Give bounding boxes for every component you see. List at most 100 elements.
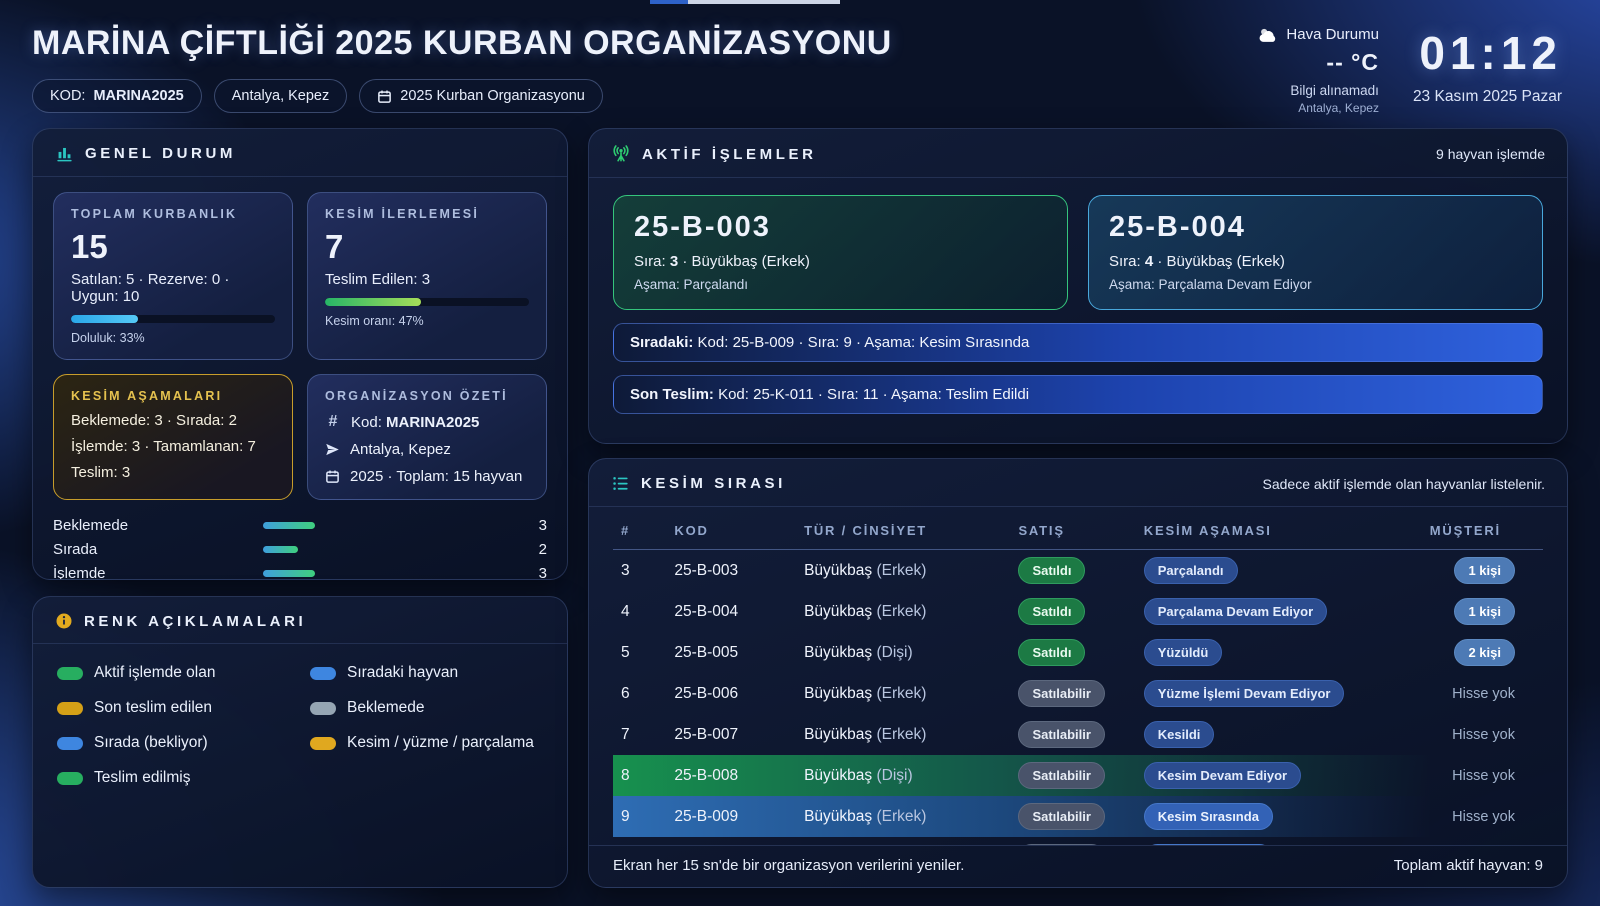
general-panel-title: GENEL DURUM <box>85 145 236 162</box>
animal-order-line: Sıra: 3 · Büyükbaş (Erkek) <box>634 253 1047 270</box>
cut-stages-card: KESİM AŞAMALARI Beklemede: 3 · Sırada: 2… <box>53 374 293 500</box>
sale-status-badge: Satılabilir <box>1018 721 1105 748</box>
cell-type: Büyükbaş (Erkek) <box>796 796 1010 837</box>
org-summary-title: ORGANİZASYON ÖZETİ <box>325 389 529 403</box>
legend-color-swatch <box>310 667 336 680</box>
loading-strip-blue-segment <box>650 0 688 4</box>
cell-stage: Parçalandı <box>1136 550 1422 592</box>
event-badge: 2025 Kurban Organizasyonu <box>359 79 603 113</box>
org-code-prefix: KOD: <box>50 88 85 104</box>
cell-customer: Hisse yok <box>1422 714 1543 755</box>
column-header-stage: KESİM AŞAMASI <box>1136 507 1422 550</box>
general-status-panel: GENEL DURUM TOPLAM KURBANLIK 15 Satılan:… <box>32 128 568 580</box>
occupancy-progress <box>71 315 275 323</box>
queue-table-row: 6 25-B-006 Büyükbaş (Erkek) Satılabilir … <box>613 673 1543 714</box>
legend-color-swatch <box>310 737 336 750</box>
cell-sale: Satıldı <box>1010 550 1135 592</box>
stat-bar-row: Beklemede 3 <box>53 513 547 537</box>
next-in-queue-row: Sıradaki: Kod: 25-B-009 · Sıra: 9 · Aşam… <box>613 323 1543 362</box>
sale-status-badge: Satılabilir <box>1018 680 1105 707</box>
cell-code: 25-B-009 <box>666 796 796 837</box>
stage-badge: Yüzme İşlemi Devam Ediyor <box>1144 680 1345 707</box>
legend-item-label: Aktif işlemde olan <box>94 664 215 682</box>
location-badge-label: Antalya, Kepez <box>232 88 330 104</box>
cell-stage: Kesim Sırasında <box>1136 796 1422 837</box>
stage-badge: Parçalandı <box>1144 557 1238 584</box>
refresh-note: Ekran her 15 sn'de bir organizasyon veri… <box>613 857 964 874</box>
cell-code: 25-B-004 <box>666 591 796 632</box>
weather-location: Antalya, Kepez <box>1258 101 1379 115</box>
loading-strip-white-segment <box>688 0 840 4</box>
legend-item: Kesim / yüzme / parçalama <box>310 734 543 752</box>
stage-badge: Kesim Devam Ediyor <box>1144 762 1301 789</box>
cell-num: 8 <box>613 755 666 796</box>
cell-type: Büyükbaş (Erkek) <box>796 673 1010 714</box>
cell-num: 3 <box>613 550 666 592</box>
cut-stages-title: KESİM AŞAMALARI <box>71 389 275 403</box>
cell-sale: Satılabilir <box>1010 755 1135 796</box>
column-header-code: KOD <box>666 507 796 550</box>
header-badges: KOD: MARINA2025 Antalya, Kepez 2025 Kurb… <box>32 79 892 113</box>
cell-customer: 1 kişi <box>1422 591 1543 632</box>
total-animals-card: TOPLAM KURBANLIK 15 Satılan: 5 · Rezerve… <box>53 192 293 360</box>
customer-value: Hisse yok <box>1452 768 1515 784</box>
info-icon <box>55 612 73 630</box>
animal-code: 25-B-004 <box>1109 211 1522 244</box>
cell-customer: Hisse yok <box>1422 673 1543 714</box>
queue-table-row: 9 25-B-009 Büyükbaş (Erkek) Satılabilir … <box>613 796 1543 837</box>
total-animals-value: 15 <box>71 228 275 266</box>
stage-badge: Kesim Sırasında <box>1144 803 1273 830</box>
queue-table-row: 10 25-B-010 Büyükbaş (Erkek) Satılabilir… <box>613 837 1543 845</box>
customer-value: Hisse yok <box>1452 686 1515 702</box>
weather-status: Bilgi alınamadı <box>1258 83 1379 98</box>
stat-bar-track <box>263 546 385 553</box>
cell-customer: 2 kişi <box>1422 632 1543 673</box>
legend-item-label: Son teslim edilen <box>94 699 212 717</box>
cell-num: 5 <box>613 632 666 673</box>
org-summary-code: # Kod: MARINA2025 <box>325 413 529 431</box>
clock-time: 01:12 <box>1413 26 1562 80</box>
cut-queue-panel: KESİM SIRASI Sadece aktif işlemde olan h… <box>588 458 1568 888</box>
queue-table-row: 7 25-B-007 Büyükbaş (Erkek) Satılabilir … <box>613 714 1543 755</box>
queue-table-container: # KOD TÜR / CİNSİYET SATIŞ KESİM AŞAMASI… <box>589 507 1567 845</box>
cell-type: Büyükbaş (Erkek) <box>796 837 1010 845</box>
column-header-type: TÜR / CİNSİYET <box>796 507 1010 550</box>
color-legend-panel: RENK AÇIKLAMALARI Aktif işlemde olan Son… <box>32 596 568 888</box>
occupancy-note: Doluluk: 33% <box>71 331 275 345</box>
app-header: MARİNA ÇİFTLİĞİ 2025 KURBAN ORGANİZASYON… <box>0 0 1600 128</box>
weather-temp: -- °C <box>1258 49 1379 76</box>
stat-bar-track <box>263 522 385 529</box>
queue-table-row: 4 25-B-004 Büyükbaş (Erkek) Satıldı Parç… <box>613 591 1543 632</box>
legend-color-swatch <box>57 667 83 680</box>
page-title: MARİNA ÇİFTLİĞİ 2025 KURBAN ORGANİZASYON… <box>32 24 892 63</box>
stat-bar-track <box>263 570 385 577</box>
event-badge-label: 2025 Kurban Organizasyonu <box>400 88 585 104</box>
cloud-icon <box>1258 27 1278 43</box>
legend-item: Aktif işlemde olan <box>57 664 290 682</box>
legend-color-swatch <box>57 737 83 750</box>
legend-color-swatch <box>57 702 83 715</box>
calendar-icon <box>377 89 392 104</box>
column-header-customer: MÜŞTERİ <box>1422 507 1543 550</box>
cell-sale: Satıldı <box>1010 632 1135 673</box>
legend-item: Son teslim edilen <box>57 699 290 717</box>
stat-bar-fill <box>263 546 298 553</box>
calendar-icon <box>325 469 340 484</box>
stat-bar-value: 2 <box>539 541 547 558</box>
cut-progress-title: KESİM İLERLEMESİ <box>325 207 529 221</box>
queue-table-row: 3 25-B-003 Büyükbaş (Erkek) Satıldı Parç… <box>613 550 1543 592</box>
stat-bar-value: 3 <box>539 565 547 581</box>
cut-progress-value: 7 <box>325 228 529 266</box>
legend-column-right: Sıradaki hayvan Beklemede Kesim / yüzme … <box>310 664 543 787</box>
legend-item: Sırada (bekliyor) <box>57 734 290 752</box>
queue-table-row: 5 25-B-005 Büyükbaş (Dişi) Satıldı Yüzül… <box>613 632 1543 673</box>
stat-bar-fill <box>263 570 315 577</box>
legend-item-label: Beklemede <box>347 699 425 717</box>
cell-sale: Satılabilir <box>1010 714 1135 755</box>
sale-status-badge: Satıldı <box>1018 639 1085 666</box>
cell-num: 9 <box>613 796 666 837</box>
cell-code: 25-B-010 <box>666 837 796 845</box>
cell-sale: Satılabilir <box>1010 796 1135 837</box>
stat-bar-label: Sırada <box>53 541 263 558</box>
main-content: GENEL DURUM TOPLAM KURBANLIK 15 Satılan:… <box>0 128 1600 888</box>
